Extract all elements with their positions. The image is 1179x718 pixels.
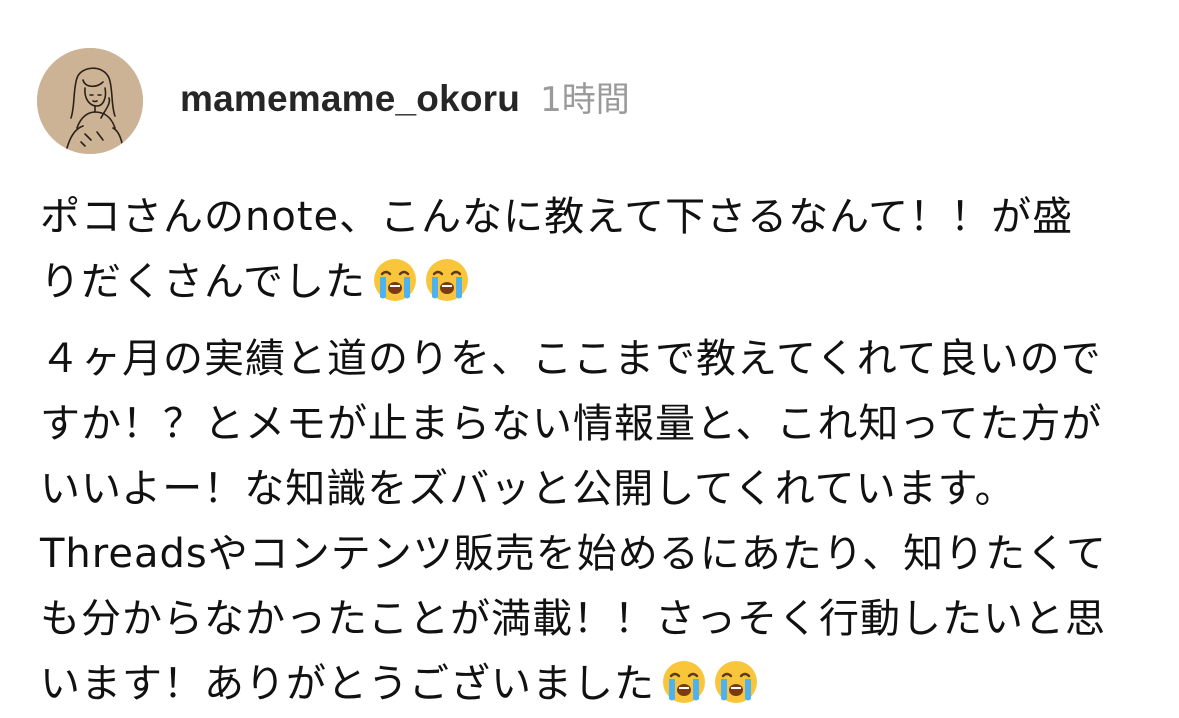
comment-line-with-emoji: います！ありがとうございました bbox=[40, 652, 1140, 717]
username[interactable]: mamemame_okoru bbox=[180, 78, 520, 120]
comment-line: ポコさんのnote、こんなに教えて下さるなんて！！が盛 bbox=[40, 194, 1074, 240]
loudly-crying-face-icon bbox=[372, 257, 418, 303]
timestamp: 1時間 bbox=[540, 80, 630, 120]
comment-body: ポコさんのnote、こんなに教えて下さるなんて！！が盛 りだくさんでした ４ヶ月… bbox=[40, 185, 1140, 717]
loudly-crying-face-icon bbox=[661, 659, 707, 705]
comment-line: ４ヶ月の実績と道のりを、ここまで教えてくれて良いので bbox=[40, 336, 1102, 382]
comment-line: も分からなかったことが満載！！さっそく行動したいと思 bbox=[40, 596, 1106, 642]
comment-line: すか！？とメモが止まらない情報量と、これ知ってた方が bbox=[40, 401, 1103, 447]
comment: mamemame_okoru 1時間 ポコさんのnote、こんなに教えて下さるな… bbox=[0, 0, 1179, 718]
comment-line: Threadsやコンテンツ販売を始めるにあたり、知りたくて bbox=[40, 531, 1107, 577]
comment-line: りだくさんでした bbox=[40, 259, 366, 305]
comment-line: いいよー！な知識をズバッと公開してくれています。 bbox=[40, 466, 1016, 512]
loudly-crying-face-icon bbox=[424, 257, 470, 303]
loudly-crying-face-icon bbox=[713, 659, 759, 705]
comment-line-with-emoji: りだくさんでした bbox=[40, 250, 1140, 315]
avatar[interactable] bbox=[37, 48, 143, 154]
comment-paragraph: ４ヶ月の実績と道のりを、ここまで教えてくれて良いので すか！？とメモが止まらない… bbox=[40, 327, 1140, 717]
illustrated-girl-avatar-icon bbox=[37, 48, 143, 154]
comment-paragraph: ポコさんのnote、こんなに教えて下さるなんて！！が盛 りだくさんでした bbox=[40, 185, 1140, 315]
comment-header: mamemame_okoru 1時間 bbox=[180, 72, 630, 132]
comment-line: います！ありがとうございました bbox=[40, 661, 655, 707]
